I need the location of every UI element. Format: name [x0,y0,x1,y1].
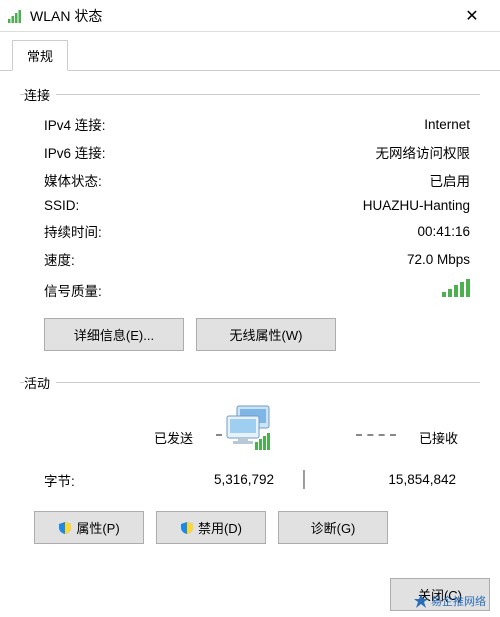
diagnose-button[interactable]: 诊断(G) [278,511,388,544]
row-ipv4: IPv4 连接: Internet [24,110,476,138]
properties-button-label: 属性(P) [76,518,119,537]
dash-right-icon [356,434,396,436]
ssid-label: SSID: [44,198,79,213]
ssid-value: HUAZHU-Hanting [363,198,470,213]
activity-legend: 活动 [24,373,56,392]
signal-label: 信号质量: [44,280,102,300]
wifi-icon [8,9,24,23]
recv-label: 已接收 [419,428,458,447]
bytes-recv: 15,854,842 [334,472,466,487]
ipv4-label: IPv4 连接: [44,114,106,134]
diagnose-button-label: 诊断(G) [311,518,356,537]
wireless-properties-button[interactable]: 无线属性(W) [196,318,336,351]
row-ipv6: IPv6 连接: 无网络访问权限 [24,138,476,166]
close-icon[interactable]: ✕ [452,0,492,31]
signal-bars-icon [442,279,470,300]
bytes-label: 字节: [44,470,154,490]
duration-value: 00:41:16 [417,224,470,239]
row-signal: 信号质量: [24,273,476,312]
row-media: 媒体状态: 已启用 [24,166,476,194]
connection-legend: 连接 [24,85,56,104]
disable-button-label: 禁用(D) [198,518,242,537]
window-title: WLAN 状态 [30,6,452,26]
speed-label: 速度: [44,249,75,269]
duration-label: 持续时间: [44,221,102,241]
ipv6-label: IPv6 连接: [44,142,106,162]
shield-icon [58,521,72,535]
details-button[interactable]: 详细信息(E)... [44,318,184,351]
network-monitor-icon [221,404,279,457]
row-duration: 持续时间: 00:41:16 [24,217,476,245]
row-bytes: 字节: 5,316,792 | 15,854,842 [24,462,476,505]
media-label: 媒体状态: [44,170,102,190]
close-button[interactable]: 关闭(C) [390,578,490,611]
connection-group: 连接 IPv4 连接: Internet IPv6 连接: 无网络访问权限 媒体… [20,85,480,363]
speed-value: 72.0 Mbps [407,252,470,267]
disable-button[interactable]: 禁用(D) [156,511,266,544]
row-speed: 速度: 72.0 Mbps [24,245,476,273]
bytes-sent: 5,316,792 [154,472,274,487]
row-ssid: SSID: HUAZHU-Hanting [24,194,476,217]
ipv6-value: 无网络访问权限 [376,142,471,162]
tab-general[interactable]: 常规 [12,40,68,71]
media-value: 已启用 [430,170,471,190]
ipv4-value: Internet [424,117,470,132]
bytes-divider-icon: | [274,468,334,491]
shield-icon [180,521,194,535]
sent-label: 已发送 [154,428,193,447]
properties-button[interactable]: 属性(P) [34,511,144,544]
activity-group: 活动 已发送 已接收 [20,373,480,548]
